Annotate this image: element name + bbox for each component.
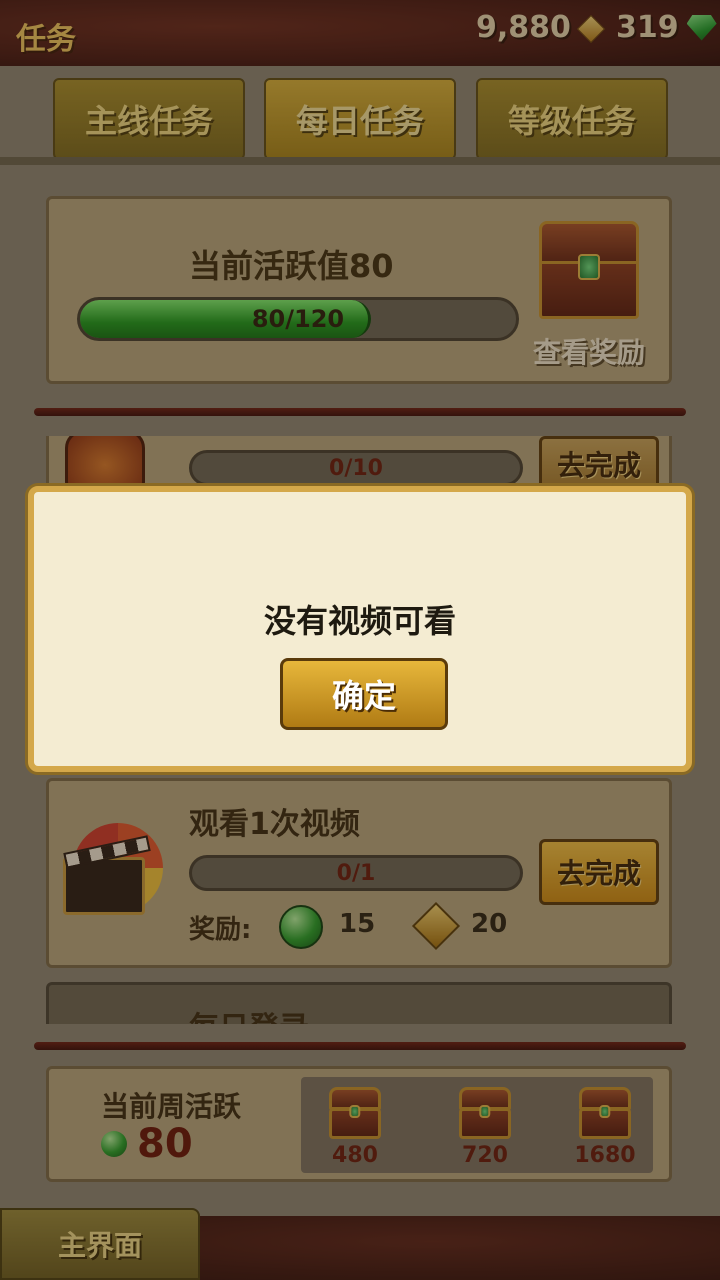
- gold-diamond-icon: [577, 15, 603, 41]
- green-gem-icon: [685, 13, 719, 43]
- video-clapper-icon: [63, 823, 167, 919]
- gold-diamond-icon: [411, 901, 461, 951]
- weekly-activity-card: 当前周活跃 80 480 720 1680: [46, 1066, 672, 1182]
- reward-gold-amount: 20: [471, 909, 508, 939]
- video-progress-bar: 0/1: [189, 855, 523, 891]
- task-item-partial: 0/10 去完成: [46, 436, 672, 488]
- reward-gem-amount: 15: [339, 909, 376, 939]
- activity-progress-text: 80/120: [251, 305, 345, 333]
- gold-counter: 9,880: [476, 10, 603, 45]
- alert-dialog: 没有视频可看 确定: [28, 486, 692, 772]
- tab-level-quest[interactable]: 等级任务: [476, 78, 668, 160]
- view-reward-button[interactable]: 查看奖励: [533, 331, 645, 371]
- confirm-button[interactable]: 确定: [280, 658, 448, 730]
- tab-main-quest[interactable]: 主线任务: [53, 78, 245, 160]
- weekly-milestones: 480 720 1680: [301, 1077, 653, 1173]
- activity-title: 当前活跃值80: [189, 247, 394, 285]
- gem-amount: 319: [616, 10, 679, 45]
- milestone-chest-icon[interactable]: [459, 1087, 511, 1139]
- reward-label: 奖励:: [189, 915, 252, 945]
- weekly-value: 80: [137, 1121, 193, 1167]
- page-title: 任务: [16, 22, 76, 57]
- activity-progress-bar: 80/120: [77, 297, 519, 341]
- task-tabs: 主线任务 每日任务 等级任务: [0, 78, 720, 160]
- gold-amount: 9,880: [476, 10, 571, 45]
- section-divider-bottom: [34, 1042, 686, 1050]
- home-button[interactable]: 主界面: [0, 1208, 200, 1280]
- top-bar: 任务 9,880 319: [0, 0, 720, 66]
- login-task-card: 每日登录: [46, 982, 672, 1024]
- gem-counter: 319: [616, 10, 719, 45]
- milestone-chest-icon[interactable]: [329, 1087, 381, 1139]
- milestone-chest-icon[interactable]: [579, 1087, 631, 1139]
- video-task-title: 观看1次视频: [189, 807, 360, 842]
- tab-divider: [0, 157, 720, 165]
- green-orb-icon: [279, 905, 323, 949]
- milestone-value: 720: [462, 1143, 508, 1168]
- video-progress-text: 0/1: [336, 860, 376, 886]
- login-task-title: 每日登录: [189, 1003, 309, 1024]
- green-orb-icon: [101, 1131, 127, 1157]
- dialog-message: 没有视频可看: [263, 602, 456, 640]
- tab-daily-quest[interactable]: 每日任务: [264, 78, 456, 160]
- video-task-card: 观看1次视频 0/1 去完成 奖励: 15 20: [46, 778, 672, 968]
- fist-task-icon: [65, 436, 145, 488]
- video-go-complete-button[interactable]: 去完成: [539, 839, 659, 905]
- go-complete-button[interactable]: 去完成: [539, 436, 659, 488]
- task-progress-text: 0/10: [329, 455, 383, 481]
- section-divider: [34, 408, 686, 416]
- weekly-label: 当前周活跃: [101, 1090, 242, 1123]
- task-progress-bar: 0/10: [189, 450, 523, 486]
- milestone-value: 480: [332, 1143, 378, 1168]
- activity-card: 当前活跃值80 80/120 查看奖励: [46, 196, 672, 384]
- reward-chest-icon[interactable]: [539, 221, 639, 319]
- milestone-value: 1680: [574, 1143, 636, 1168]
